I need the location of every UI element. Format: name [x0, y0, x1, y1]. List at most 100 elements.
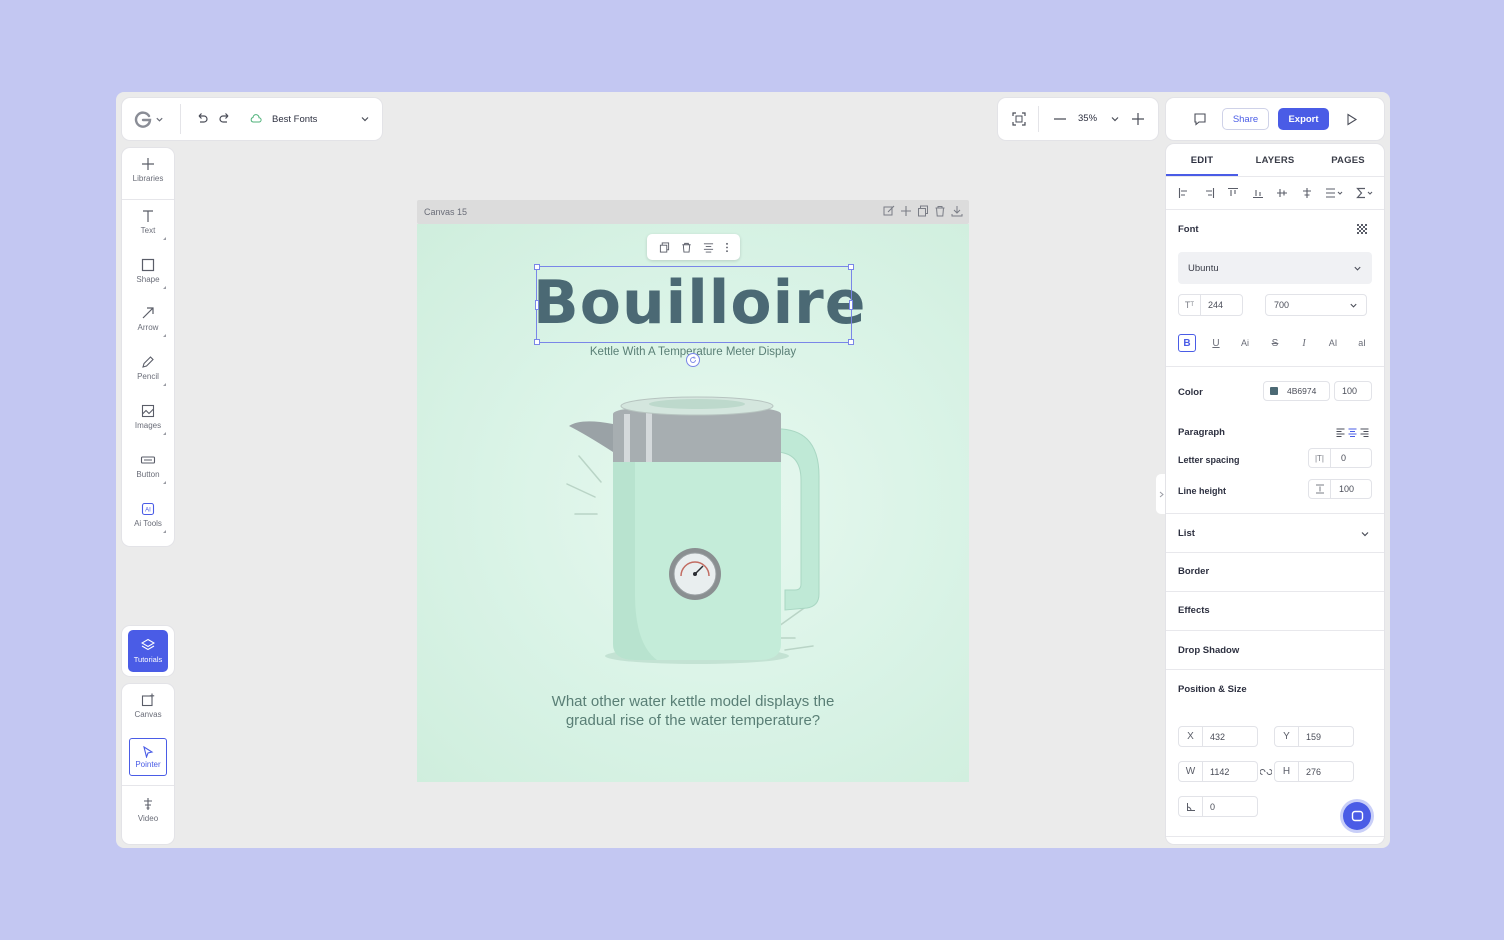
tool-ai-tools[interactable]: AI Ai Tools: [122, 493, 174, 541]
video-icon: [144, 798, 152, 810]
comment-icon: [1194, 113, 1206, 126]
redo-button[interactable]: [217, 111, 233, 127]
duplicate-icon[interactable]: [659, 241, 670, 253]
rotate-handle[interactable]: [686, 353, 700, 367]
text-align-left-icon[interactable]: [1336, 428, 1345, 437]
zoom-level[interactable]: 35%: [1078, 113, 1097, 124]
download-icon[interactable]: [951, 205, 963, 217]
tool-canvas[interactable]: Canvas: [122, 684, 174, 732]
tool-label: Images: [134, 421, 162, 430]
strikethrough-button[interactable]: S: [1266, 334, 1284, 352]
h-input[interactable]: H 276: [1274, 761, 1354, 782]
uppercase-button[interactable]: AI: [1324, 334, 1342, 352]
align-top-icon[interactable]: [1227, 187, 1239, 199]
tool-arrow[interactable]: Arrow: [122, 297, 174, 345]
tool-images[interactable]: Images: [122, 395, 174, 443]
bold-button[interactable]: B: [1178, 334, 1196, 352]
text-align-right-icon[interactable]: [1360, 428, 1369, 437]
tab-pages[interactable]: PAGES: [1312, 144, 1384, 176]
link-icon[interactable]: [1260, 768, 1272, 776]
list-section[interactable]: List: [1166, 514, 1384, 552]
x-input[interactable]: X 432: [1178, 726, 1258, 747]
font-size-input[interactable]: TT 244: [1178, 294, 1243, 316]
align-right-icon[interactable]: [1203, 187, 1215, 199]
sigma-icon[interactable]: [1356, 187, 1374, 199]
canvas-header[interactable]: Canvas 15: [417, 200, 969, 224]
comment-button[interactable]: [1192, 111, 1208, 127]
copy-icon[interactable]: [917, 205, 929, 217]
kettle-image[interactable]: [557, 394, 837, 674]
x-label: X: [1179, 727, 1203, 746]
resize-handle[interactable]: [535, 300, 539, 310]
ai-text-button[interactable]: Ai: [1236, 334, 1254, 352]
resize-handle[interactable]: [534, 264, 540, 270]
distribute-icon[interactable]: [1325, 187, 1343, 199]
tutorials-label: Tutorials: [133, 655, 163, 664]
italic-button[interactable]: I: [1295, 334, 1313, 352]
resize-handle[interactable]: [848, 339, 854, 345]
panel-collapse-handle[interactable]: [1156, 474, 1166, 514]
tab-edit[interactable]: EDIT: [1166, 144, 1238, 176]
tool-video[interactable]: Video: [122, 788, 174, 836]
pointer-icon: [143, 745, 154, 758]
tool-text[interactable]: Text: [122, 200, 174, 248]
tool-button[interactable]: Button: [122, 444, 174, 492]
selection-box[interactable]: [534, 264, 854, 345]
trash-icon[interactable]: [681, 242, 692, 253]
project-selector[interactable]: Best Fonts: [250, 110, 370, 128]
chevron-down-icon[interactable]: [1110, 114, 1120, 124]
tool-pointer[interactable]: Pointer: [129, 738, 167, 776]
tool-libraries[interactable]: Libraries: [122, 148, 174, 196]
color-opacity-input[interactable]: 100: [1334, 381, 1372, 401]
align-left-icon[interactable]: [1178, 187, 1190, 199]
line-height-input[interactable]: 100: [1308, 479, 1372, 499]
align-center-icon[interactable]: [1301, 187, 1313, 199]
editor-window: Best Fonts 35% Share Export Libraries Te…: [116, 92, 1390, 848]
border-section[interactable]: Border: [1166, 553, 1384, 591]
align-bottom-icon[interactable]: [1252, 187, 1264, 199]
resize-handle[interactable]: [534, 339, 540, 345]
font-weight-select[interactable]: 700: [1265, 294, 1367, 316]
tool-label: Video: [137, 814, 159, 823]
tool-pencil[interactable]: Pencil: [122, 346, 174, 394]
undo-button[interactable]: [194, 111, 210, 127]
share-button[interactable]: Share: [1222, 108, 1269, 130]
lowercase-button[interactable]: aI: [1353, 334, 1371, 352]
tab-layers[interactable]: LAYERS: [1238, 144, 1312, 176]
plus-icon[interactable]: [900, 205, 912, 217]
align-middle-icon[interactable]: [1276, 187, 1288, 199]
tool-shape[interactable]: Shape: [122, 249, 174, 297]
w-input[interactable]: W 1142: [1178, 761, 1258, 782]
text-align-center-icon[interactable]: [1348, 428, 1357, 437]
help-chat-button[interactable]: [1343, 802, 1371, 830]
question-text[interactable]: What other water kettle model displays t…: [477, 692, 909, 730]
preview-button[interactable]: [1343, 111, 1359, 127]
fit-screen-button[interactable]: [1011, 111, 1027, 127]
underline-button[interactable]: U: [1207, 334, 1225, 352]
zoom-in-button[interactable]: [1130, 111, 1146, 127]
zoom-out-button[interactable]: [1052, 111, 1068, 127]
letter-spacing-input[interactable]: |T| 0: [1308, 448, 1372, 468]
font-family-select[interactable]: Ubuntu: [1178, 252, 1372, 284]
more-vertical-icon[interactable]: [725, 242, 729, 253]
design-canvas[interactable]: Bouilloire Kettle With A Temperature Met…: [417, 224, 969, 782]
divider: [180, 104, 181, 134]
effects-section[interactable]: Effects: [1166, 592, 1384, 630]
align-center-icon[interactable]: [703, 242, 714, 253]
chevron-down-icon: [361, 117, 369, 122]
grid-icon[interactable]: [1356, 223, 1368, 235]
paragraph-align-group: [1336, 428, 1369, 437]
color-swatch[interactable]: [1270, 387, 1278, 395]
trash-icon[interactable]: [934, 205, 946, 217]
rotation-input[interactable]: 0: [1178, 796, 1258, 817]
color-input[interactable]: 4B6974: [1263, 381, 1330, 401]
drop-shadow-section[interactable]: Drop Shadow: [1166, 631, 1384, 669]
tutorials-button[interactable]: Tutorials: [128, 630, 168, 672]
edit-icon[interactable]: [883, 205, 895, 217]
topbar-right: Share Export: [1166, 98, 1384, 140]
resize-handle[interactable]: [848, 264, 854, 270]
app-logo-menu[interactable]: [134, 110, 164, 128]
y-input[interactable]: Y 159: [1274, 726, 1354, 747]
resize-handle[interactable]: [849, 300, 853, 310]
export-button[interactable]: Export: [1278, 108, 1329, 130]
